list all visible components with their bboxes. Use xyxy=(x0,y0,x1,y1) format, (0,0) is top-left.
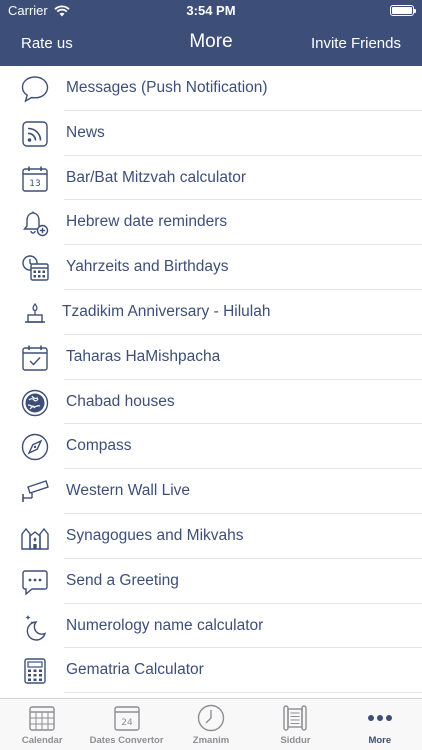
calendar-grid-icon xyxy=(27,703,57,733)
tab-more[interactable]: More xyxy=(338,699,422,750)
menu-item-compass[interactable]: Compass xyxy=(0,424,422,469)
menu-item-numerology[interactable]: Numerology name calculator xyxy=(0,604,422,649)
menu-item-label: Yahrzeits and Birthdays xyxy=(66,258,229,276)
calendar-check-icon xyxy=(20,343,50,373)
menu-item-tzadikim[interactable]: Tzadikim Anniversary - Hilulah xyxy=(0,290,422,335)
calendar-day-icon: 24 xyxy=(112,703,142,733)
tab-dates-convertor[interactable]: 24 Dates Convertor xyxy=(84,699,168,750)
tab-label: More xyxy=(368,735,392,746)
menu-item-label: Taharas HaMishpacha xyxy=(66,347,221,365)
menu-item-label: News xyxy=(66,123,105,141)
navigation-bar: Rate us More Invite Friends xyxy=(0,22,422,66)
menu-item-bar-bat-mitzvah[interactable]: 13 Bar/Bat Mitzvah calculator xyxy=(0,156,422,201)
clock-calendar-icon xyxy=(20,253,50,283)
speech-bubble-icon xyxy=(20,74,50,104)
more-menu-list: Messages (Push Notification) News 13 Bar… xyxy=(0,66,422,693)
tab-siddur[interactable]: Siddur xyxy=(253,699,337,750)
menu-item-label: Synagogues and Mikvahs xyxy=(66,526,244,544)
status-bar: Carrier 3:54 PM xyxy=(0,0,422,22)
menu-item-yahrzeits[interactable]: Yahrzeits and Birthdays xyxy=(0,245,422,290)
menu-item-gematria[interactable]: Gematria Calculator xyxy=(0,648,422,693)
menu-item-western-wall-live[interactable]: Western Wall Live xyxy=(0,469,422,514)
menu-item-label: Tzadikim Anniversary - Hilulah xyxy=(62,302,271,320)
menu-item-label: Compass xyxy=(66,437,132,455)
camera-icon xyxy=(20,477,50,507)
menu-item-hebrew-date-reminders[interactable]: Hebrew date reminders xyxy=(0,200,422,245)
scroll-icon xyxy=(280,703,310,733)
bell-plus-icon xyxy=(20,208,50,238)
menu-item-send-greeting[interactable]: Send a Greeting xyxy=(0,559,422,604)
tab-label: Zmanim xyxy=(192,735,230,746)
globe-icon xyxy=(20,388,50,418)
tab-bar: Calendar 24 Dates Convertor Zmanim Siddu… xyxy=(0,698,422,750)
calendar-day-number: 24 xyxy=(121,718,133,728)
menu-item-label: Bar/Bat Mitzvah calculator xyxy=(66,168,247,186)
status-time: 3:54 PM xyxy=(186,3,236,18)
menu-item-label: Western Wall Live xyxy=(66,482,191,500)
battery-icon xyxy=(390,5,416,16)
moon-stars-icon xyxy=(20,612,50,642)
calendar-icon: 13 xyxy=(20,164,50,194)
tab-label: Dates Convertor xyxy=(89,735,164,746)
more-dots-icon xyxy=(365,703,395,733)
tab-label: Siddur xyxy=(280,735,311,746)
menu-item-label: Numerology name calculator xyxy=(66,616,264,634)
menu-item-label: Hebrew date reminders xyxy=(66,213,228,231)
menu-item-messages[interactable]: Messages (Push Notification) xyxy=(0,66,422,111)
rss-icon xyxy=(20,119,50,149)
menu-item-label: Send a Greeting xyxy=(66,571,179,589)
menu-item-chabad-houses[interactable]: Chabad houses xyxy=(0,380,422,425)
tab-label: Calendar xyxy=(21,735,63,746)
chat-dots-icon xyxy=(20,567,50,597)
menu-item-news[interactable]: News xyxy=(0,111,422,156)
tab-calendar[interactable]: Calendar xyxy=(0,699,84,750)
menu-item-label: Chabad houses xyxy=(66,392,175,410)
menu-item-label: Gematria Calculator xyxy=(66,661,204,679)
menu-item-taharas[interactable]: Taharas HaMishpacha xyxy=(0,335,422,380)
calendar-number: 13 xyxy=(29,179,40,189)
clock-icon xyxy=(196,703,226,733)
invite-friends-button[interactable]: Invite Friends xyxy=(311,35,401,52)
menu-item-label: Messages (Push Notification) xyxy=(66,79,268,96)
tab-zmanim[interactable]: Zmanim xyxy=(169,699,253,750)
candle-icon xyxy=(20,298,50,328)
calculator-icon xyxy=(20,656,50,686)
synagogue-icon xyxy=(20,522,50,552)
compass-icon xyxy=(20,432,50,462)
menu-item-synagogues[interactable]: Synagogues and Mikvahs xyxy=(0,514,422,559)
